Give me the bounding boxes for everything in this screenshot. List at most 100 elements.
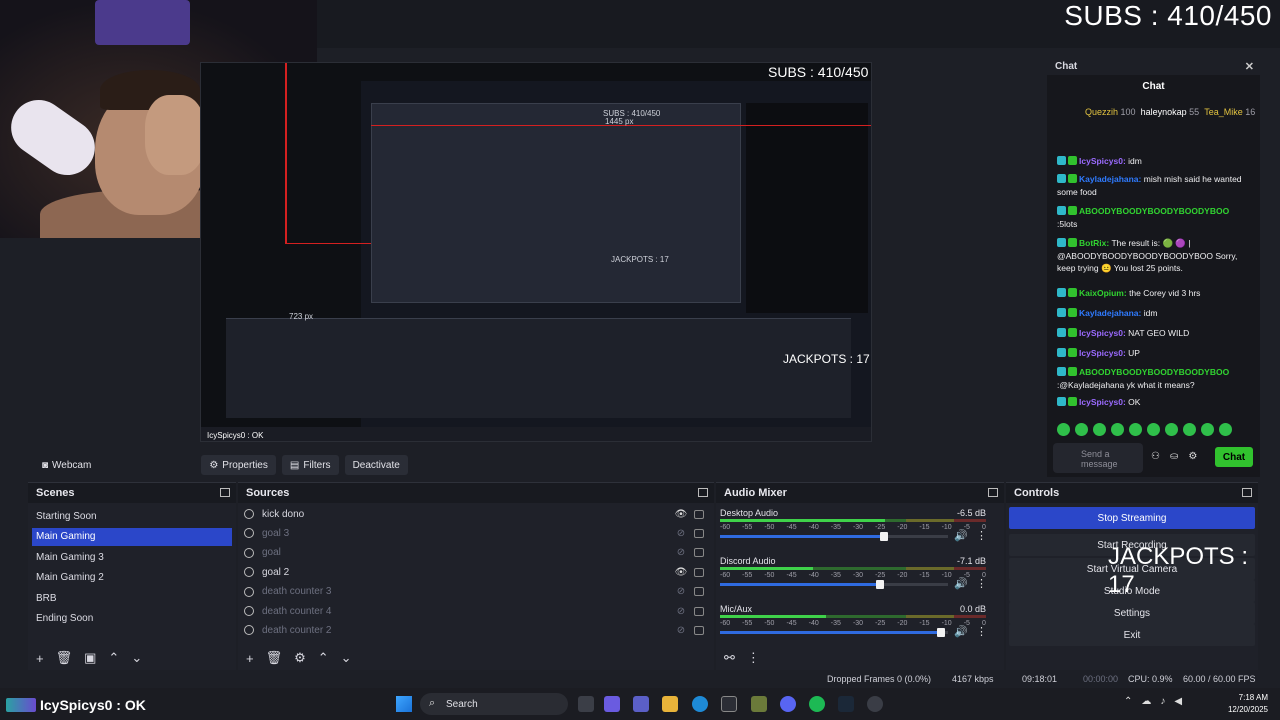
obs-icon[interactable] [867,696,883,712]
eye-hidden-icon[interactable]: ⊘ [674,547,688,558]
speaker-icon[interactable]: 🔊 [954,529,968,542]
add-icon[interactable]: + [36,651,44,666]
scene-item[interactable]: Main Gaming [32,527,232,546]
eye-hidden-icon[interactable]: ⊘ [674,625,688,636]
chat-username[interactable]: IcySpicys0: [1079,156,1126,166]
emote-bar[interactable] [1057,423,1232,436]
teams-icon[interactable] [633,696,649,712]
emote-icon[interactable] [1129,423,1142,436]
file-explorer-icon[interactable] [662,696,678,712]
eye-hidden-icon[interactable]: ⊘ [674,606,688,617]
emote-icon[interactable] [1183,423,1196,436]
chat-username[interactable]: Kayladejahana: [1079,308,1141,318]
trash-icon[interactable]: 🗑 [266,650,283,666]
task-view-icon[interactable] [578,696,594,712]
copilot-icon[interactable] [604,696,620,712]
volume-fader[interactable] [720,532,948,541]
exit-button[interactable]: Exit [1009,624,1255,646]
fader-knob[interactable] [880,532,889,541]
filter-icon[interactable]: ▣ [84,650,96,666]
more-icon[interactable]: ⋮ [976,529,987,542]
lock-icon[interactable] [694,606,704,616]
chat-username[interactable]: IcySpicys0: [1079,348,1126,358]
edge-icon[interactable] [692,696,708,712]
chat-username[interactable]: IcySpicys0: [1079,328,1126,338]
move-up-icon[interactable]: ⌃ [108,650,119,666]
emote-icon[interactable] [1147,423,1160,436]
add-icon[interactable]: + [246,651,254,666]
eye-icon[interactable]: 👁 [674,509,688,520]
taskbar-search[interactable]: ⌕ Search [420,693,568,715]
fader-knob[interactable] [875,580,884,589]
app-icon[interactable] [751,696,767,712]
popout-icon[interactable] [220,488,230,497]
emote-icon[interactable] [1219,423,1232,436]
source-row[interactable]: goal 2 👁 [244,563,704,581]
more-icon[interactable]: ⋮ [976,577,987,590]
properties-button[interactable]: ⚙ Properties [201,455,276,475]
discord-icon[interactable] [780,696,796,712]
eye-icon[interactable]: 👁 [674,567,688,578]
scene-item[interactable]: Ending Soon [32,610,232,628]
volume-fader[interactable] [720,628,948,637]
more-icon[interactable]: ⋮ [976,625,987,638]
steam-icon[interactable] [838,696,854,712]
lock-icon[interactable] [694,587,704,597]
source-row[interactable]: goal ⊘ [244,544,704,562]
scene-item[interactable]: Main Gaming 2 [32,569,232,587]
emote-icon[interactable] [1201,423,1214,436]
speaker-icon[interactable]: 🔊 [954,625,968,638]
trash-icon[interactable]: 🗑 [56,650,73,666]
lock-icon[interactable] [694,548,704,558]
chat-username[interactable]: Kayladejahana: [1079,174,1141,184]
emote-icon[interactable] [1057,423,1070,436]
eye-hidden-icon[interactable]: ⊘ [674,586,688,597]
scene-item[interactable]: Main Gaming 3 [32,548,232,566]
system-tray[interactable]: ⌃☁♪◀ [1124,696,1191,707]
deactivate-button[interactable]: Deactivate [344,455,408,475]
lock-icon[interactable] [694,567,704,577]
emote-icon[interactable] [1111,423,1124,436]
scene-item[interactable]: Starting Soon [32,507,232,525]
settings-button[interactable]: Settings [1009,602,1255,624]
popout-icon[interactable] [1242,488,1252,497]
gear-icon[interactable]: ⚙ [294,650,306,666]
link-icon[interactable]: ⚯ [724,650,735,666]
emote-icon[interactable] [1093,423,1106,436]
move-down-icon[interactable]: ⌄ [131,650,142,666]
stop-streaming-button[interactable]: Stop Streaming [1009,507,1255,529]
popout-icon[interactable] [698,488,708,497]
chat-input[interactable]: Send a message [1053,443,1143,473]
chat-username[interactable]: KaixOpium: [1079,288,1127,298]
source-row[interactable]: death counter 3 ⊘ [244,583,704,601]
store-icon[interactable] [721,696,737,712]
popout-icon[interactable] [988,488,998,497]
source-row[interactable]: death counter 4 ⊘ [244,602,704,620]
fader-knob[interactable] [937,628,946,637]
clock[interactable]: 7:18 AM 12/20/2025 [1228,692,1268,716]
source-row[interactable]: kick dono 👁 [244,505,704,523]
eye-hidden-icon[interactable]: ⊘ [674,528,688,539]
volume-fader[interactable] [720,580,948,589]
scene-item[interactable]: BRB [32,589,232,607]
chat-username[interactable]: ABOODYBOODYBOODYBOODYBOO [1079,206,1229,216]
move-up-icon[interactable]: ⌃ [318,650,329,666]
chat-action-icons[interactable]: ⚇⛀⚙ [1151,451,1207,462]
emote-icon[interactable] [1075,423,1088,436]
windows-start-icon[interactable] [396,696,412,712]
lock-icon[interactable] [694,528,704,538]
chat-username[interactable]: ABOODYBOODYBOODYBOODYBOO [1079,367,1229,377]
lock-icon[interactable] [694,625,704,635]
preview-canvas[interactable]: SUBS : 410/450 SUBS : 410/450 1445 px 72… [200,62,872,442]
source-row[interactable]: death counter 2 ⊘ [244,621,704,639]
close-icon[interactable]: ✕ [1245,60,1254,73]
filters-button[interactable]: ▤ Filters [281,455,339,475]
spotify-icon[interactable] [809,696,825,712]
chat-send-button[interactable]: Chat [1215,447,1253,467]
move-down-icon[interactable]: ⌄ [341,650,352,666]
chat-username[interactable]: BotRix: [1079,238,1109,248]
lock-icon[interactable] [694,509,704,519]
source-row[interactable]: goal 3 ⊘ [244,524,704,542]
chat-username[interactable]: IcySpicys0: [1079,397,1126,407]
speaker-icon[interactable]: 🔊 [954,577,968,590]
